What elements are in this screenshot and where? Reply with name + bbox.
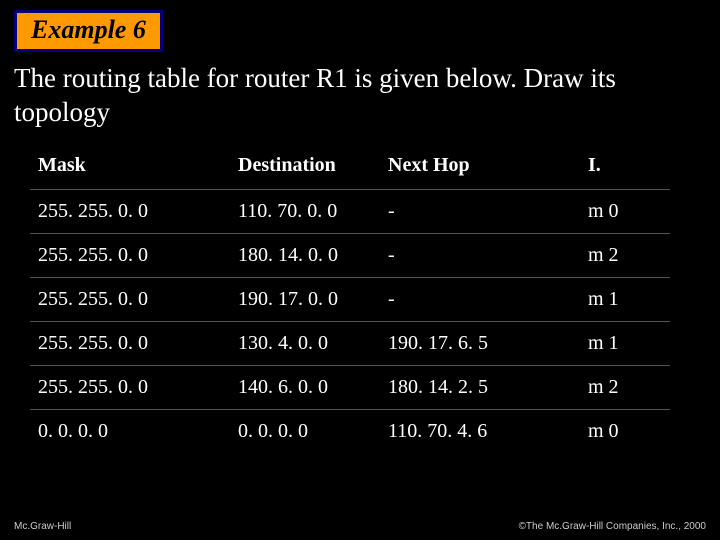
table-row: 255. 255. 0. 0 180. 14. 0. 0 - m 2 <box>30 234 670 278</box>
cell-interface: m 2 <box>580 234 670 278</box>
routing-table: Mask Destination Next Hop I. 255. 255. 0… <box>30 146 670 453</box>
cell-mask: 0. 0. 0. 0 <box>30 410 230 454</box>
cell-interface: m 1 <box>580 322 670 366</box>
cell-destination: 140. 6. 0. 0 <box>230 366 380 410</box>
cell-interface: m 1 <box>580 278 670 322</box>
cell-next-hop: - <box>380 278 580 322</box>
cell-mask: 255. 255. 0. 0 <box>30 234 230 278</box>
table-row: 255. 255. 0. 0 190. 17. 0. 0 - m 1 <box>30 278 670 322</box>
cell-interface: m 0 <box>580 190 670 234</box>
footer-right: ©The Mc.Graw-Hill Companies, Inc., 2000 <box>519 521 706 532</box>
cell-destination: 110. 70. 0. 0 <box>230 190 380 234</box>
prompt-text: The routing table for router R1 is given… <box>14 62 706 130</box>
cell-next-hop: 180. 14. 2. 5 <box>380 366 580 410</box>
table-header-row: Mask Destination Next Hop I. <box>30 146 670 190</box>
cell-interface: m 2 <box>580 366 670 410</box>
cell-mask: 255. 255. 0. 0 <box>30 366 230 410</box>
cell-next-hop: 190. 17. 6. 5 <box>380 322 580 366</box>
col-destination: Destination <box>230 146 380 190</box>
cell-destination: 180. 14. 0. 0 <box>230 234 380 278</box>
cell-next-hop: - <box>380 190 580 234</box>
col-interface: I. <box>580 146 670 190</box>
cell-next-hop: - <box>380 234 580 278</box>
cell-destination: 0. 0. 0. 0 <box>230 410 380 454</box>
footer-left: Mc.Graw-Hill <box>14 521 71 532</box>
cell-mask: 255. 255. 0. 0 <box>30 190 230 234</box>
cell-mask: 255. 255. 0. 0 <box>30 278 230 322</box>
table-row: 255. 255. 0. 0 110. 70. 0. 0 - m 0 <box>30 190 670 234</box>
col-next-hop: Next Hop <box>380 146 580 190</box>
table-row: 0. 0. 0. 0 0. 0. 0. 0 110. 70. 4. 6 m 0 <box>30 410 670 454</box>
cell-next-hop: 110. 70. 4. 6 <box>380 410 580 454</box>
col-mask: Mask <box>30 146 230 190</box>
table-row: 255. 255. 0. 0 130. 4. 0. 0 190. 17. 6. … <box>30 322 670 366</box>
example-badge: Example 6 <box>14 10 163 52</box>
cell-interface: m 0 <box>580 410 670 454</box>
cell-destination: 130. 4. 0. 0 <box>230 322 380 366</box>
cell-destination: 190. 17. 0. 0 <box>230 278 380 322</box>
cell-mask: 255. 255. 0. 0 <box>30 322 230 366</box>
table-row: 255. 255. 0. 0 140. 6. 0. 0 180. 14. 2. … <box>30 366 670 410</box>
